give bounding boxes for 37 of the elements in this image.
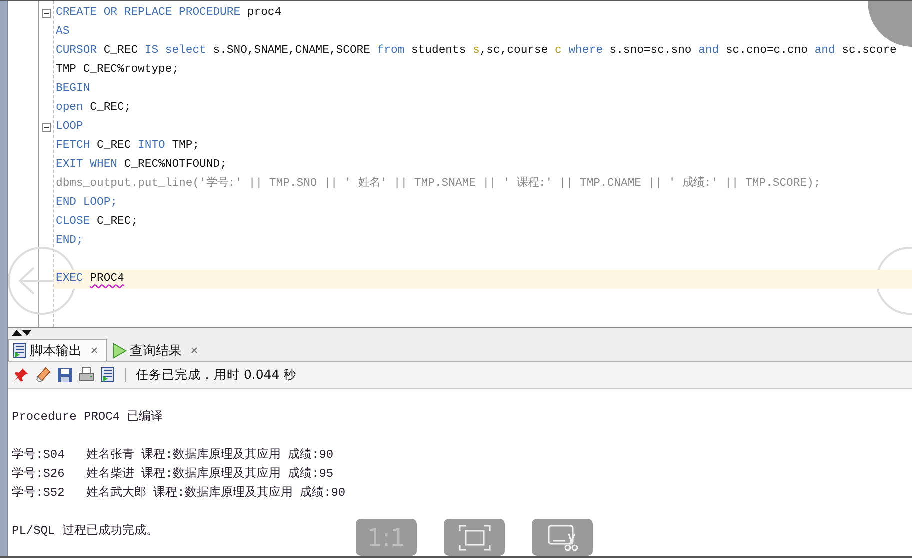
- close-icon[interactable]: [191, 347, 198, 354]
- eraser-icon[interactable]: [35, 367, 51, 383]
- code-line: open C_REC;: [55, 101, 132, 116]
- code-line: CURSOR C_REC IS select s.SNO,SNAME,CNAME,SCORE from students s,sc,course c where s.sno=sc.sno and sc.cno=c.cno and sc.score: [55, 44, 898, 59]
- output-line: Procedure PROC4 已编译: [12, 409, 164, 426]
- status-text: 任务已完成，用时 0.044 秒: [136, 366, 297, 384]
- play-icon: [112, 342, 127, 358]
- document-icon[interactable]: [101, 367, 115, 383]
- pin-icon[interactable]: [13, 367, 29, 383]
- screenshot-button[interactable]: [532, 519, 593, 556]
- screenshot-scissors-icon: [546, 524, 578, 552]
- code-line: CREATE OR REPLACE PROCEDURE proc4: [55, 6, 283, 21]
- code-line: LOOP: [55, 120, 84, 135]
- fit-screen-icon: [458, 524, 490, 550]
- fit-screen-button[interactable]: [444, 519, 505, 556]
- collapse-icon[interactable]: [42, 123, 50, 132]
- collapse-icon[interactable]: [42, 9, 50, 18]
- code-line: CLOSE C_REC;: [55, 215, 140, 230]
- close-icon[interactable]: [91, 347, 98, 354]
- output-line: PL/SQL 过程已成功完成。: [12, 522, 158, 540]
- output-line: 学号:S52 姓名武大郎 课程:数据库原理及其应用 成绩:90: [12, 484, 346, 502]
- code-line: dbms_output.put_line('学号:' || TMP.SNO || ' 姓名' || TMP.SNAME || ' 课程:' || TMP.CNAME || ' 成绩:' || TMP.SCORE);: [55, 176, 822, 192]
- code-line: BEGIN: [55, 82, 92, 97]
- panel-tab[interactable]: 查询结果: [107, 339, 207, 361]
- code-line: EXIT WHEN C_REC%NOTFOUND;: [55, 158, 228, 173]
- code-line: AS: [55, 25, 71, 40]
- code-line: TMP C_REC%rowtype;: [55, 63, 180, 78]
- code-line: END LOOP;: [55, 196, 119, 211]
- code-line: END;: [55, 234, 84, 249]
- panel-tab[interactable]: 脚本输出: [8, 339, 107, 361]
- output-line: 学号:S04 姓名张青 课程:数据库原理及其应用 成绩:90: [12, 447, 334, 464]
- print-icon[interactable]: [79, 367, 95, 383]
- document-icon: [13, 342, 27, 358]
- output-line: 学号:S26 姓名柴进 课程:数据库原理及其应用 成绩:95: [12, 466, 334, 483]
- split-arrows-icon[interactable]: [11, 330, 33, 336]
- save-icon[interactable]: [57, 367, 73, 383]
- code-line: FETCH C_REC INTO TMP;: [55, 139, 201, 154]
